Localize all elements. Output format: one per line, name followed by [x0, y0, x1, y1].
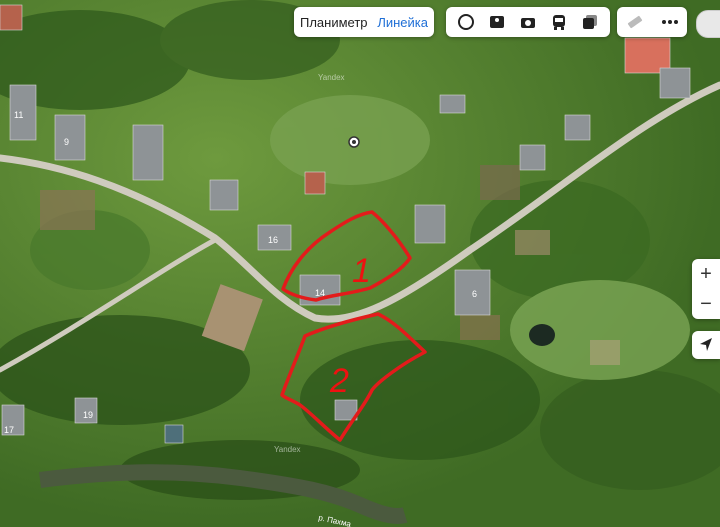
plot-2-label: 2 — [329, 362, 349, 400]
ruler-button[interactable]: Линейка — [377, 15, 428, 30]
transport-button[interactable] — [546, 9, 572, 35]
transport-icon — [553, 15, 566, 30]
avatar[interactable] — [696, 10, 720, 38]
more-button[interactable] — [657, 9, 683, 35]
house-number: 6 — [472, 289, 477, 299]
satellite-icon — [457, 14, 474, 30]
measure-toolbar: Планиметр Линейка — [294, 7, 434, 37]
navigation-arrow-icon — [700, 338, 712, 351]
house-number: 16 — [268, 235, 278, 245]
layers-toolbar — [446, 7, 610, 37]
more-icon — [661, 20, 678, 24]
house-number: 17 — [4, 425, 14, 435]
panorama-icon — [489, 16, 504, 28]
layers-icon — [583, 15, 598, 29]
pond — [529, 324, 555, 346]
satellite-map[interactable]: 11 9 16 14 6 19 17 Yandex Yandex р. Пахм… — [0, 0, 720, 527]
zoom-out-button[interactable]: − — [692, 289, 720, 319]
plot-1-label: 1 — [352, 252, 371, 290]
ruler-icon — [627, 15, 642, 29]
layers-button[interactable] — [577, 9, 603, 35]
photo-icon — [520, 18, 535, 28]
house-number: 9 — [64, 137, 69, 147]
yandex-watermark: Yandex — [318, 73, 345, 82]
planimeter-button[interactable]: Планиметр — [300, 15, 368, 30]
house-number: 11 — [14, 110, 23, 120]
satellite-button[interactable] — [453, 9, 479, 35]
photo-button[interactable] — [515, 9, 541, 35]
yandex-watermark: Yandex — [274, 445, 301, 454]
ruler-tool-button[interactable] — [622, 9, 648, 35]
zoom-control: + − — [692, 259, 720, 319]
zoom-in-button[interactable]: + — [692, 259, 720, 289]
house-number: 19 — [83, 410, 93, 420]
locate-button[interactable] — [692, 331, 720, 359]
tools-toolbar — [617, 7, 687, 37]
panorama-button[interactable] — [484, 9, 510, 35]
